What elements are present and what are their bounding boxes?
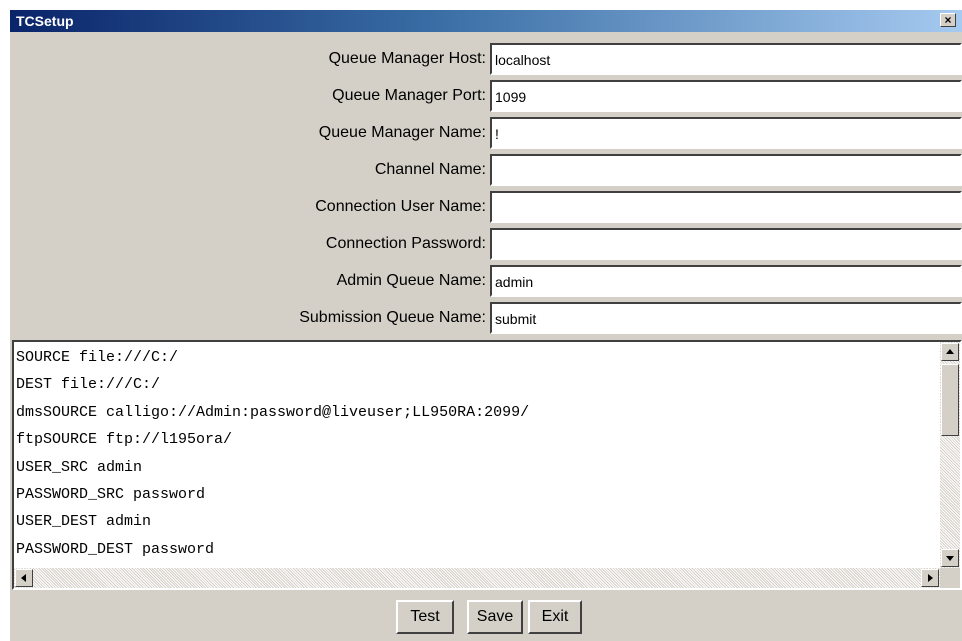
form-row-channel-name: Channel Name: xyxy=(10,153,962,189)
tcsetup-window: TCSetup × Queue Manager Host: localhost … xyxy=(10,10,962,641)
arrow-down-icon xyxy=(946,556,954,561)
scroll-up-button[interactable] xyxy=(941,343,959,361)
title-bar[interactable]: TCSetup × xyxy=(10,10,962,32)
queue-manager-host-input[interactable]: localhost xyxy=(490,43,962,75)
connection-user-name-label: Connection User Name: xyxy=(315,198,486,215)
submission-queue-name-label: Submission Queue Name: xyxy=(299,309,486,326)
exit-button[interactable]: Exit xyxy=(528,600,582,634)
channel-name-input[interactable] xyxy=(490,154,962,186)
button-bar: Test Save Exit xyxy=(10,600,962,636)
arrow-right-icon xyxy=(928,574,933,582)
config-line: SOURCE file:///C:/ xyxy=(16,349,179,366)
form-row-submission-queue-name: Submission Queue Name: submit xyxy=(10,301,962,337)
vertical-scroll-thumb[interactable] xyxy=(941,364,959,436)
form-row-queue-manager-port: Queue Manager Port: 1099 xyxy=(10,79,962,115)
close-button[interactable]: × xyxy=(940,13,956,27)
vertical-scrollbar[interactable] xyxy=(940,342,960,568)
submission-queue-name-input[interactable]: submit xyxy=(490,302,962,334)
form-row-connection-user-name: Connection User Name: xyxy=(10,190,962,226)
scroll-down-button[interactable] xyxy=(941,549,959,567)
queue-manager-name-label: Queue Manager Name: xyxy=(318,124,486,141)
admin-queue-name-input[interactable]: admin xyxy=(490,265,962,297)
queue-manager-name-input[interactable]: ! xyxy=(490,117,962,149)
arrow-up-icon xyxy=(946,349,954,354)
scroll-right-button[interactable] xyxy=(921,569,939,587)
queue-manager-port-label: Queue Manager Port: xyxy=(332,87,486,104)
window-title: TCSetup xyxy=(16,13,74,29)
connection-user-name-input[interactable] xyxy=(490,191,962,223)
config-line: ftpSOURCE ftp://l195ora/ xyxy=(16,431,233,449)
connection-password-label: Connection Password: xyxy=(325,235,486,252)
admin-queue-name-label: Admin Queue Name: xyxy=(336,272,486,289)
form-row-admin-queue-name: Admin Queue Name: admin xyxy=(10,264,962,300)
config-line: dmsSOURCE calligo://Admin:password@liveu… xyxy=(16,403,530,421)
config-text[interactable]: SOURCE file:///C:/ DEST file:///C:/ dmsSOU… xyxy=(16,344,936,559)
channel-name-label: Channel Name: xyxy=(374,161,486,178)
config-line: PASSWORD_SRC password xyxy=(16,486,206,504)
save-button[interactable]: Save xyxy=(467,600,523,634)
connection-password-input[interactable] xyxy=(490,228,962,260)
form-row-queue-manager-host: Queue Manager Host: localhost xyxy=(10,42,962,78)
config-line: USER_SRC admin xyxy=(16,458,143,476)
config-line: DEST file:///C:/ xyxy=(16,376,161,394)
test-button[interactable]: Test xyxy=(396,600,454,634)
close-icon: × xyxy=(944,13,952,27)
form-row-connection-password: Connection Password: xyxy=(10,227,962,263)
queue-manager-host-label: Queue Manager Host: xyxy=(328,50,486,67)
config-textarea[interactable]: SOURCE file:///C:/ DEST file:///C:/ dmsSOU… xyxy=(12,340,962,590)
queue-manager-port-input[interactable]: 1099 xyxy=(490,80,962,112)
arrow-left-icon xyxy=(21,574,26,582)
scroll-left-button[interactable] xyxy=(15,569,33,587)
config-line: PASSWORD_DEST password xyxy=(16,540,215,558)
form-row-queue-manager-name: Queue Manager Name: ! xyxy=(10,116,962,152)
scrollbar-corner xyxy=(940,568,960,588)
config-line: USER_DEST admin xyxy=(16,513,152,531)
horizontal-scrollbar[interactable] xyxy=(14,568,940,588)
